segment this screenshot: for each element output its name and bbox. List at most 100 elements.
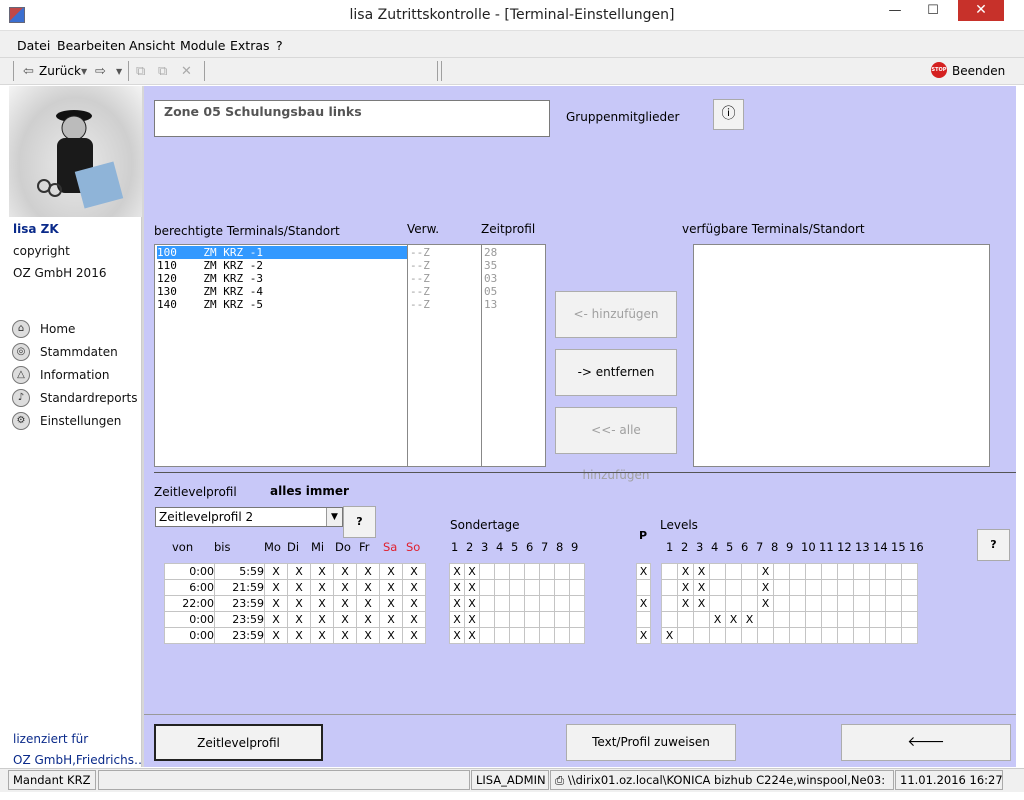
grid-cell[interactable] xyxy=(494,563,510,580)
grid-cell[interactable]: X xyxy=(636,627,651,644)
forward-dropdown-icon[interactable]: ▼ xyxy=(116,67,122,76)
grid-cell[interactable]: X xyxy=(287,627,311,644)
menu-help[interactable]: ? xyxy=(276,38,283,53)
grid-cell[interactable] xyxy=(789,627,806,644)
grid-cell[interactable]: X xyxy=(287,563,311,580)
grid-cell[interactable] xyxy=(821,627,838,644)
grid-cell[interactable]: X xyxy=(287,579,311,596)
grid-cell[interactable] xyxy=(569,579,585,596)
grid-cell[interactable] xyxy=(661,579,678,596)
grid-cell[interactable] xyxy=(479,579,495,596)
grid-cell[interactable] xyxy=(773,563,790,580)
grid-cell[interactable]: X xyxy=(264,611,288,628)
grid-cell[interactable] xyxy=(885,627,902,644)
grid-cell[interactable]: X xyxy=(464,627,480,644)
grid-cell[interactable] xyxy=(554,563,570,580)
grid-cell[interactable]: X xyxy=(333,595,357,612)
grid-cell[interactable] xyxy=(709,595,726,612)
stop-icon[interactable]: STOP xyxy=(931,62,947,78)
grid-cell[interactable] xyxy=(757,627,774,644)
grid-cell[interactable] xyxy=(479,595,495,612)
grid-cell[interactable] xyxy=(636,579,651,596)
grid-cell[interactable]: X xyxy=(287,595,311,612)
grid-cell[interactable]: X xyxy=(264,595,288,612)
grid-cell[interactable] xyxy=(636,611,651,628)
grid-cell[interactable] xyxy=(837,579,854,596)
add-button[interactable]: <- hinzufügen xyxy=(555,291,677,338)
grid-cell[interactable] xyxy=(853,563,870,580)
grid-cell[interactable] xyxy=(524,595,540,612)
menu-module[interactable]: Module xyxy=(180,38,225,53)
grid-cell[interactable]: X xyxy=(333,611,357,628)
grid-cell[interactable]: X xyxy=(464,595,480,612)
grid-cell[interactable]: X xyxy=(287,611,311,628)
back-button[interactable]: Zurück xyxy=(39,64,81,78)
grid-cell[interactable]: X xyxy=(757,595,774,612)
grid-cell[interactable] xyxy=(725,579,742,596)
grid-cell[interactable]: X xyxy=(379,611,403,628)
grid-cell[interactable]: X xyxy=(725,611,742,628)
reports-icon[interactable]: ♪ xyxy=(12,389,30,407)
grid-cell[interactable] xyxy=(805,563,822,580)
menu-extras[interactable]: Extras xyxy=(230,38,270,53)
zone-name-field[interactable]: Zone 05 Schulungsbau links xyxy=(154,100,550,137)
grid-cell[interactable] xyxy=(494,627,510,644)
grid-cell[interactable]: X xyxy=(693,579,710,596)
grid-cell[interactable] xyxy=(885,579,902,596)
grid-cell[interactable]: 5:59 xyxy=(214,563,265,580)
grid-cell[interactable] xyxy=(725,563,742,580)
back-dropdown-icon[interactable]: ▼ xyxy=(81,67,87,76)
grid-cell[interactable]: X xyxy=(449,595,465,612)
grid-cell[interactable] xyxy=(741,595,758,612)
forward-arrow-icon[interactable]: ⇨ xyxy=(95,64,106,79)
text-profile-assign-button[interactable]: Text/Profil zuweisen xyxy=(566,724,736,761)
grid-cell[interactable] xyxy=(869,579,886,596)
profile-help-button[interactable]: ? xyxy=(343,506,376,538)
grid-cell[interactable]: X xyxy=(636,563,651,580)
grid-cell[interactable] xyxy=(901,563,918,580)
grid-cell[interactable]: X xyxy=(379,595,403,612)
grid-cell[interactable] xyxy=(661,611,678,628)
settings-icon[interactable]: ⚙ xyxy=(12,412,30,430)
time-range-grid[interactable]: 0:00 5:59 X X X X X X X 6:00 21:59 X X X X X X X 22:00 23:5… xyxy=(164,563,426,644)
grid-cell[interactable] xyxy=(837,595,854,612)
grid-cell[interactable] xyxy=(837,611,854,628)
grid-cell[interactable] xyxy=(853,595,870,612)
grid-cell[interactable] xyxy=(693,611,710,628)
grid-cell[interactable]: X xyxy=(310,563,334,580)
grid-cell[interactable] xyxy=(569,563,585,580)
grid-cell[interactable] xyxy=(773,611,790,628)
grid-cell[interactable] xyxy=(479,611,495,628)
grid-cell[interactable]: X xyxy=(464,579,480,596)
grid-cell[interactable] xyxy=(509,563,525,580)
grid-cell[interactable] xyxy=(725,627,742,644)
grid-cell[interactable] xyxy=(869,627,886,644)
grid-cell[interactable]: X xyxy=(464,563,480,580)
grid-cell[interactable]: X xyxy=(677,563,694,580)
grid-cell[interactable] xyxy=(885,611,902,628)
grid-cell[interactable] xyxy=(805,579,822,596)
grid-cell[interactable]: X xyxy=(693,563,710,580)
grid-cell[interactable] xyxy=(869,563,886,580)
grid-cell[interactable]: 23:59 xyxy=(214,627,265,644)
grid-cell[interactable]: X xyxy=(379,563,403,580)
grid-cell[interactable] xyxy=(773,579,790,596)
zeitprofil-list[interactable]: 28 35 03 05 13 xyxy=(481,244,546,467)
grid-cell[interactable]: X xyxy=(356,579,380,596)
grid-cell[interactable] xyxy=(509,579,525,596)
grid-cell[interactable] xyxy=(661,563,678,580)
grid-cell[interactable] xyxy=(901,611,918,628)
grid-cell[interactable]: X xyxy=(356,611,380,628)
grid-cell[interactable]: X xyxy=(693,595,710,612)
nav-einstellungen[interactable]: Einstellungen xyxy=(40,414,121,428)
grid-cell[interactable] xyxy=(479,627,495,644)
close-button[interactable]: ✕ xyxy=(958,0,1004,21)
grid-cell[interactable]: 6:00 xyxy=(164,579,215,596)
grid-cell[interactable] xyxy=(677,611,694,628)
grid-cell[interactable]: X xyxy=(402,611,426,628)
grid-cell[interactable]: X xyxy=(310,611,334,628)
grid-cell[interactable] xyxy=(885,595,902,612)
grid-cell[interactable] xyxy=(741,579,758,596)
grid-cell[interactable] xyxy=(709,579,726,596)
grid-cell[interactable]: X xyxy=(402,563,426,580)
